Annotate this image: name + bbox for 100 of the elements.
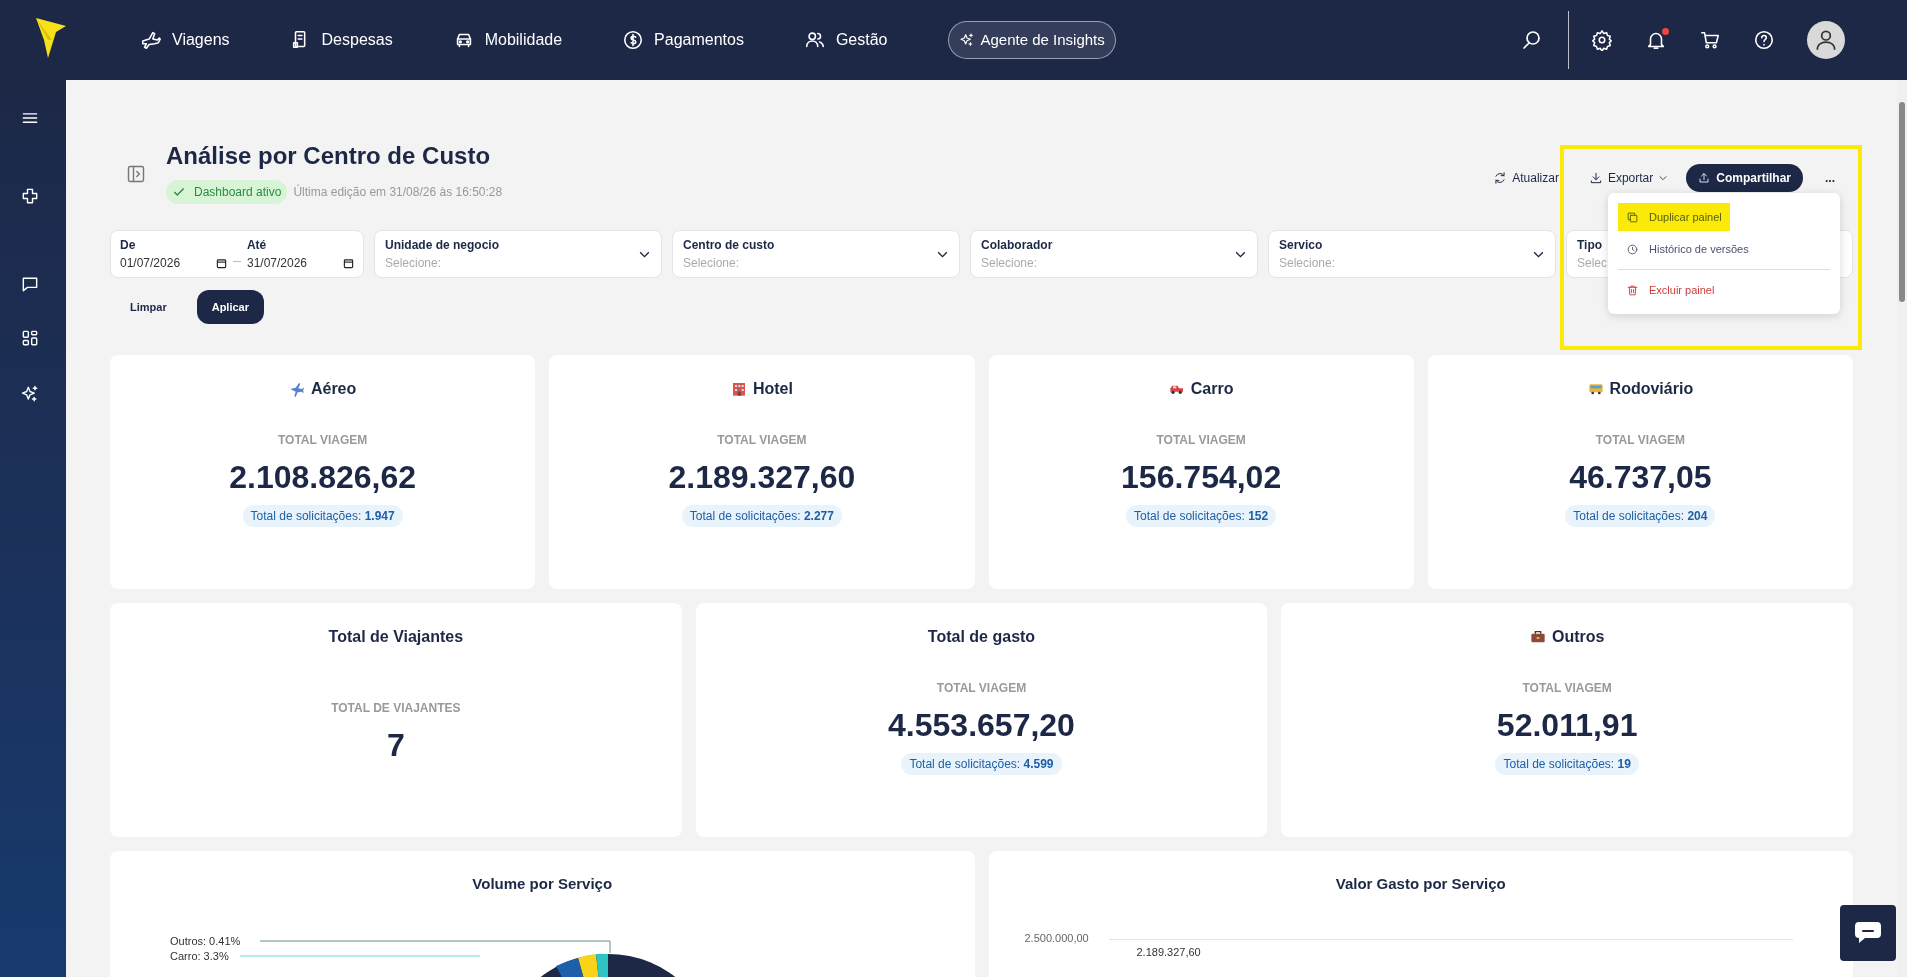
sparkle-icon: [20, 384, 40, 404]
share-button[interactable]: Compartilhar: [1686, 164, 1803, 192]
card-title: Total de gasto: [927, 627, 1036, 647]
placeholder-text: Selecione:: [981, 255, 1038, 272]
metric-caption: TOTAL VIAGEM: [1595, 432, 1686, 449]
field-label: Tipo: [1577, 237, 1603, 254]
status-badge: Dashboard ativo: [166, 180, 288, 204]
field-label: Unidade de negocio: [385, 237, 499, 254]
metric-value: 2.189.327,60: [668, 458, 856, 497]
nav-item[interactable]: Mobilidade: [452, 28, 563, 52]
briefcase-icon: [1529, 629, 1546, 645]
metric-value: 4.553.657,20: [888, 706, 1075, 745]
last-edit-text: Última edição em 31/08/26 às 16:50:28: [293, 183, 503, 201]
upload-icon: [1698, 172, 1711, 184]
chevron-down-icon: [1658, 173, 1669, 183]
card-title: Hotel: [752, 379, 793, 399]
metric-value: 156.754,02: [1121, 458, 1282, 497]
field-label: Servico: [1279, 237, 1323, 254]
apply-button[interactable]: Aplicar: [196, 290, 264, 324]
date-range-field[interactable]: De 01/07/2026 Até 31/07/2026: [110, 230, 364, 278]
export-button[interactable]: Exportar: [1588, 169, 1669, 187]
page-title: Análise por Centro de Custo: [166, 141, 492, 171]
metric-caption: TOTAL VIAGEM: [936, 680, 1027, 697]
clock-icon: [1626, 242, 1639, 256]
metric-caption: TOTAL VIAGEM: [277, 432, 368, 449]
refresh-button[interactable]: Atualizar: [1493, 169, 1559, 187]
more-button[interactable]: ...: [1825, 169, 1835, 187]
menu-item[interactable]: Histórico de versões: [1618, 235, 1757, 263]
calendar-icon: [343, 257, 354, 269]
requests-count: Total de solicitações: 152: [1126, 505, 1277, 527]
select-field[interactable]: Servico Selecione:: [1268, 230, 1556, 278]
bar-value-label: 2.189.327,60: [1136, 945, 1201, 959]
sidebar-toggle-icon: [126, 164, 146, 184]
chat-button[interactable]: [1840, 905, 1896, 961]
refresh-icon: [1493, 171, 1508, 185]
airplane-icon: [288, 381, 305, 397]
card-title: Total de Viajantes: [328, 627, 464, 647]
select-field[interactable]: Centro de custo Selecione:: [672, 230, 960, 278]
pie-label: Carro: 3.3%: [170, 949, 229, 963]
card-title: Rodoviário: [1609, 379, 1694, 399]
field-label: De: [120, 237, 137, 254]
field-label: Até: [246, 237, 268, 254]
airplane-icon: [140, 29, 162, 51]
calendar-icon: [216, 257, 228, 269]
metric-caption: TOTAL VIAGEM: [1156, 432, 1246, 449]
help-icon: [1753, 29, 1775, 51]
grid-icon: [20, 328, 40, 348]
placeholder-text: Selec: [1577, 255, 1608, 272]
bus-icon: [1587, 381, 1604, 397]
metric-value: 52.011,91: [1496, 706, 1638, 745]
date-value: 01/07/2026: [120, 255, 181, 272]
field-label: Colaborador: [981, 237, 1053, 254]
nav-item[interactable]: Despesas: [289, 28, 393, 52]
trash-icon: [1626, 283, 1639, 297]
panel-toggle-button[interactable]: [126, 164, 146, 184]
card-title: Aéreo: [310, 379, 357, 399]
settings-icon: [1591, 29, 1613, 51]
metric-caption: TOTAL VIAGEM: [1522, 680, 1612, 697]
avatar-button[interactable]: [1807, 21, 1845, 59]
menu-item[interactable]: Duplicar painel: [1618, 203, 1730, 231]
date-value: 31/07/2026: [246, 255, 307, 272]
cart-icon: [1699, 29, 1721, 51]
pie-label: Outros: 0.41%: [170, 934, 241, 948]
card-title: Carro: [1190, 379, 1234, 399]
metric-value: 46.737,05: [1569, 458, 1712, 497]
chart-title: Volume por Serviço: [471, 874, 614, 894]
select-field[interactable]: Colaborador Selecione:: [970, 230, 1258, 278]
card-title: Outros: [1551, 627, 1605, 647]
metric-caption: TOTAL DE VIAJANTES: [331, 700, 461, 717]
notifications-button[interactable]: [1645, 28, 1669, 52]
insights-button[interactable]: Agente de Insights: [947, 21, 1116, 59]
requests-count: Total de solicitações: 19: [1495, 753, 1639, 775]
placeholder-text: Selecione:: [683, 255, 740, 272]
metric-value: 2.108.826,62: [229, 458, 417, 497]
select-field[interactable]: Unidade de negocio Selecione:: [374, 230, 662, 278]
field-label: Centro de custo: [683, 237, 775, 254]
requests-count: Total de solicitações: 204: [1565, 505, 1716, 527]
chat-bubble-icon: [1855, 922, 1881, 944]
requests-count: Total de solicitações: 4.599: [901, 753, 1062, 775]
requests-count: Total de solicitações: 2.277: [681, 505, 842, 527]
nav-item[interactable]: Pagamentos: [622, 28, 744, 52]
placeholder-text: Selecione:: [1279, 255, 1336, 272]
hotel-icon: [730, 381, 747, 397]
plus-icon: [20, 186, 40, 206]
settings-button[interactable]: [1591, 28, 1615, 52]
copy-icon: [1626, 210, 1639, 224]
chat-icon: [20, 274, 40, 294]
download-icon: [1588, 171, 1603, 185]
nav-item[interactable]: Gestão: [803, 28, 888, 52]
sparkle-icon: [958, 32, 975, 48]
nav-item[interactable]: Viagens: [140, 28, 230, 52]
metric-value: 7: [386, 726, 405, 765]
chart-title: Valor Gasto por Serviço: [1334, 874, 1507, 894]
metric-caption: TOTAL VIAGEM: [717, 432, 807, 449]
requests-count: Total de solicitações: 1.947: [242, 505, 403, 527]
clear-button[interactable]: Limpar: [110, 290, 187, 324]
dollar-icon: [622, 29, 645, 51]
check-icon: [172, 185, 186, 199]
axis-tick-label: 2.500.000,00: [1024, 931, 1089, 945]
menu-item[interactable]: Excluir painel: [1618, 276, 1723, 304]
